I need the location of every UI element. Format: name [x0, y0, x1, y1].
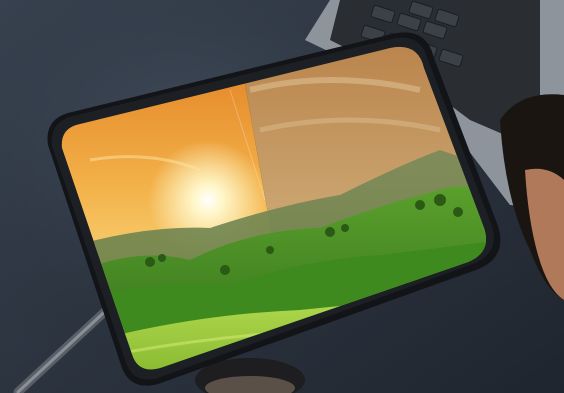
photo-scene — [0, 0, 564, 393]
photo-svg — [0, 0, 564, 393]
